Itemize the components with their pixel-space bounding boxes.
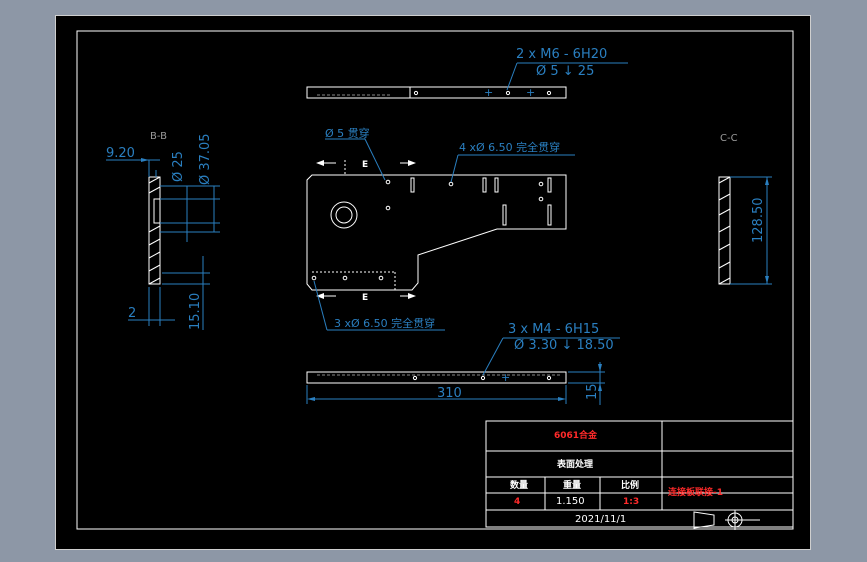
scale-header: 比例 [621, 479, 639, 491]
hatch [718, 176, 731, 184]
top-hole [505, 90, 511, 96]
hatch [148, 251, 161, 259]
hole [385, 179, 391, 185]
hole [311, 275, 317, 281]
front-view-outline [306, 174, 567, 291]
center-mark: + [484, 86, 493, 99]
hatch [718, 225, 731, 233]
leader-line [482, 337, 504, 376]
leader-line [450, 154, 459, 183]
dimension-text: 15.10 [188, 293, 203, 330]
hole [342, 275, 348, 281]
bottom-hole [412, 375, 418, 381]
hole-depth-callout: Ø 5 ↓ 25 [536, 64, 594, 79]
front-view: E E Ø 5 贯穿 4 xØ 6.50 完全贯穿 3 xØ 6.50 完全贯穿 [306, 126, 575, 331]
bottom-hole [546, 375, 552, 381]
scale-value: 1:3 [623, 497, 639, 507]
bottom-view-outline [306, 371, 567, 384]
arrow-head [598, 364, 602, 372]
section-label: B-B [150, 131, 167, 142]
dimension-text: 9.20 [106, 146, 135, 161]
top-hole [413, 90, 419, 96]
hatch [718, 208, 731, 216]
bottom-hole [480, 375, 486, 381]
hole [538, 181, 544, 187]
section-bb: B-B 9.20 Ø 25 Ø 37.05 2 15.10 [106, 131, 220, 330]
top-view: + + 2 x M6 - 6H20 Ø 5 ↓ 25 [306, 47, 628, 99]
bore-section [153, 198, 161, 224]
arrow-head [558, 397, 566, 401]
treatment-label: 表面处理 [556, 458, 593, 470]
arrow-head [307, 397, 315, 401]
slot [502, 204, 507, 226]
slot [482, 177, 487, 193]
section-mark: E [362, 160, 368, 170]
title-block-frame [485, 420, 794, 528]
hatch [148, 264, 161, 272]
cad-canvas[interactable]: + + 2 x M6 - 6H20 Ø 5 ↓ 25 E E Ø 5 贯穿 4 … [0, 0, 867, 562]
hole-callout: Ø 5 贯穿 [325, 126, 370, 140]
dimension-text: 2 [128, 306, 136, 321]
center-mark: + [501, 371, 510, 384]
hatch [718, 193, 731, 201]
dimension-text: 128.50 [751, 198, 766, 244]
hole [378, 275, 384, 281]
bottom-view: + 3 x M4 - 6H15 Ø 3.30 ↓ 18.50 310 15 [306, 322, 620, 405]
section-label: C-C [720, 133, 738, 144]
section-mark: E [362, 293, 368, 303]
hatch [148, 277, 161, 285]
hole [385, 205, 391, 211]
hatch [148, 225, 161, 233]
title-block: 6061合金 表面处理 数量 重量 比例 4 1.150 1:3 连接板联接-1… [485, 420, 794, 530]
hatch [718, 277, 731, 285]
arrow-head [765, 276, 769, 284]
hole-callout: 3 xØ 6.50 完全贯穿 [334, 316, 435, 330]
hatch [148, 186, 161, 194]
weight-header: 重量 [563, 479, 581, 491]
drawing-frame [76, 30, 794, 530]
arrow-head [141, 158, 149, 162]
material-label: 6061合金 [554, 429, 598, 441]
hatch [148, 238, 161, 246]
large-bore [330, 201, 358, 229]
section-arrow-head [316, 160, 324, 166]
thread-callout: 2 x M6 - 6H20 [516, 47, 607, 62]
qty-value: 4 [514, 497, 520, 507]
date: 2021/11/1 [575, 514, 626, 525]
leader-line [313, 280, 328, 331]
qty-header: 数量 [510, 479, 528, 491]
top-hole [546, 90, 552, 96]
length-dimension: 310 [437, 386, 462, 401]
section-outline [718, 176, 731, 285]
thread-callout: 3 x M4 - 6H15 [508, 322, 599, 337]
hatch [718, 243, 731, 251]
hole-depth-callout: Ø 3.30 ↓ 18.50 [514, 338, 614, 353]
dimension-text: Ø 25 [171, 151, 186, 182]
hole [448, 181, 454, 187]
section-arrow-head [408, 160, 416, 166]
hatch [718, 261, 731, 269]
large-bore-inner [335, 206, 353, 224]
slot [547, 204, 552, 226]
slot [410, 177, 415, 193]
height-dimension: 15 [585, 383, 600, 400]
leader-line [506, 62, 518, 91]
dimension-text: Ø 37.05 [198, 133, 213, 185]
hatch [148, 176, 161, 184]
slot [547, 177, 552, 193]
hole-callout: 4 xØ 6.50 完全贯穿 [459, 140, 560, 154]
slot [494, 177, 499, 193]
center-mark: + [526, 86, 535, 99]
arrow-head [765, 177, 769, 185]
section-arrow-head [408, 293, 416, 299]
hole [538, 196, 544, 202]
section-cc: C-C 128.50 [718, 133, 772, 285]
part-name: 连接板联接-1 [668, 486, 723, 498]
weight-value: 1.150 [556, 496, 585, 507]
